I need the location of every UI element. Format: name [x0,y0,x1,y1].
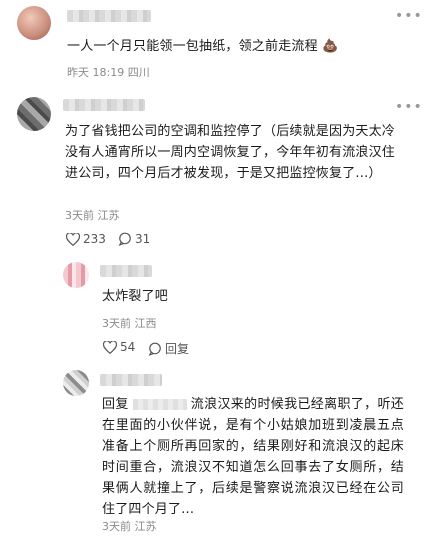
avatar[interactable] [17,6,51,40]
reply-count-button[interactable]: 31 [118,232,150,246]
reply-text: 太炸裂了吧 [102,289,169,304]
reply-meta: 3天前 江西 [102,317,157,330]
avatar[interactable] [17,97,51,131]
username-blurred[interactable] [100,374,162,386]
reply-meta: 3天前 江苏 [102,520,157,533]
reply-text: 回复 流浪汉来的时候我已经离职了，听还在里面的小伙伴说，是有个小姑娘加班到凌晨五点… [102,397,404,517]
redacted-username [132,399,187,410]
heart-icon [66,232,80,246]
avatar[interactable] [63,370,89,396]
comment-text: 为了省钱把公司的空调和监控停了（后续就是因为天太冷没有人通宵所以一周内空调恢复了… [65,124,396,181]
like-button[interactable]: 233 [66,232,106,246]
comment-text: 一人一个月只能领一包抽纸，领之前走流程 💩 [67,39,339,54]
username-blurred[interactable] [63,99,145,111]
username-blurred[interactable] [100,265,152,277]
chat-bubble-icon [118,232,131,246]
like-button[interactable]: 54 [103,340,135,354]
username-blurred[interactable] [67,10,151,22]
more-options-icon[interactable]: ••• [395,8,423,24]
heart-icon [103,340,117,354]
poop-emoji-icon: 💩 [322,39,339,54]
comment-meta: 昨天 18:19 四川 [67,66,150,79]
more-options-icon[interactable]: ••• [395,99,423,115]
avatar[interactable] [63,262,89,288]
chat-bubble-icon [148,342,161,356]
reply-button[interactable]: 回复 [148,340,189,357]
comment-meta: 3天前 江苏 [65,209,120,222]
